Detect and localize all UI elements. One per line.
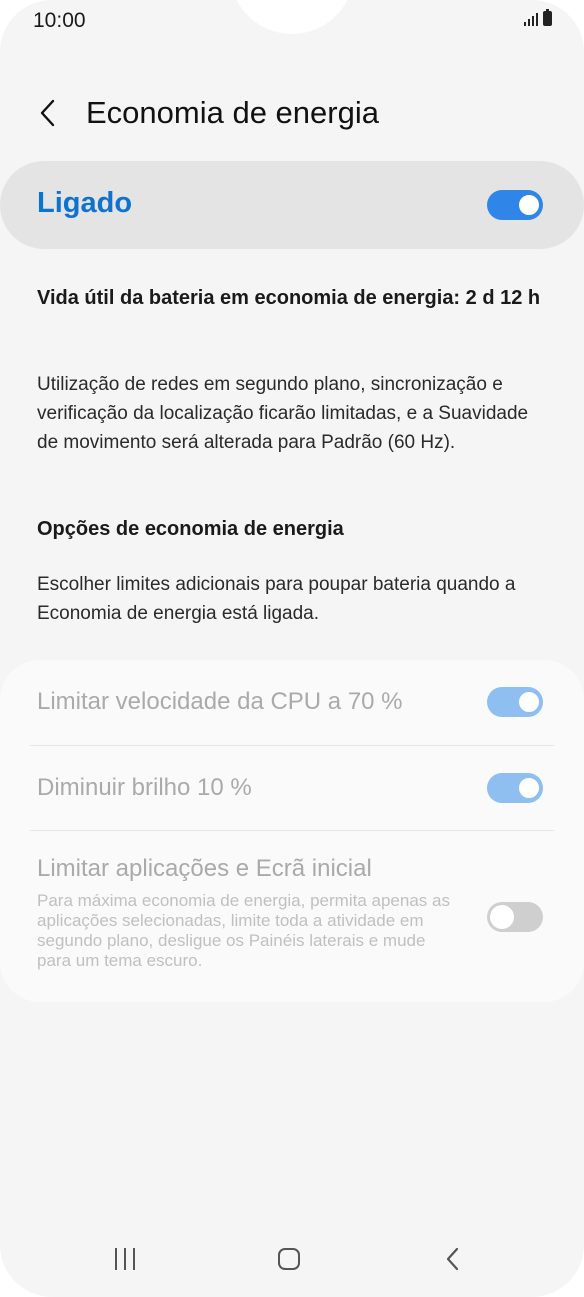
battery-life-text: Vida útil da bateria em economia de ener… <box>37 287 541 309</box>
camera-notch <box>230 0 354 34</box>
app-header: Economia de energia <box>0 86 584 142</box>
option-cpu-row[interactable]: Limitar velocidade da CPU a 70 % <box>0 660 584 746</box>
options-subtext: Escolher limites adicionais para poupar … <box>37 574 516 624</box>
phone-screen: 10:00 Economia de energia Ligado Vida út… <box>0 0 584 1297</box>
signal-icon <box>524 12 538 26</box>
toggle-knob <box>517 690 541 714</box>
toggle-knob <box>490 905 514 929</box>
option-brightness-label: Diminuir brilho 10 % <box>37 774 252 801</box>
recent-apps-icon[interactable] <box>115 1248 135 1270</box>
option-cpu-toggle[interactable] <box>487 687 543 717</box>
option-brightness-toggle[interactable] <box>487 773 543 803</box>
options-card: Limitar velocidade da CPU a 70 % Diminui… <box>0 660 584 1002</box>
option-brightness-row[interactable]: Diminuir brilho 10 % <box>0 746 584 831</box>
master-switch-row[interactable]: Ligado <box>0 161 584 249</box>
page-title: Economia de energia <box>86 95 379 130</box>
master-toggle[interactable] <box>487 190 543 220</box>
chevron-left-icon[interactable] <box>34 98 64 128</box>
toggle-knob <box>517 776 541 800</box>
battery-icon <box>543 9 552 26</box>
back-icon[interactable] <box>442 1246 464 1272</box>
navigation-bar <box>0 1226 584 1286</box>
option-cpu-label: Limitar velocidade da CPU a 70 % <box>37 688 403 715</box>
home-icon[interactable] <box>278 1248 300 1270</box>
status-time: 10:00 <box>33 9 86 32</box>
option-apps-label: Limitar aplicações e Ecrã inicial <box>37 855 372 882</box>
option-apps-description: Para máxima economia de energia, permita… <box>37 891 450 970</box>
option-apps-row[interactable]: Limitar aplicações e Ecrã inicial Para m… <box>0 831 584 1001</box>
option-apps-toggle[interactable] <box>487 902 543 932</box>
master-switch-label: Ligado <box>37 187 133 219</box>
status-icons <box>524 9 552 26</box>
options-heading: Opções de economia de energia <box>37 518 344 540</box>
description-text: Utilização de redes em segundo plano, si… <box>37 374 529 453</box>
toggle-knob <box>517 193 541 217</box>
